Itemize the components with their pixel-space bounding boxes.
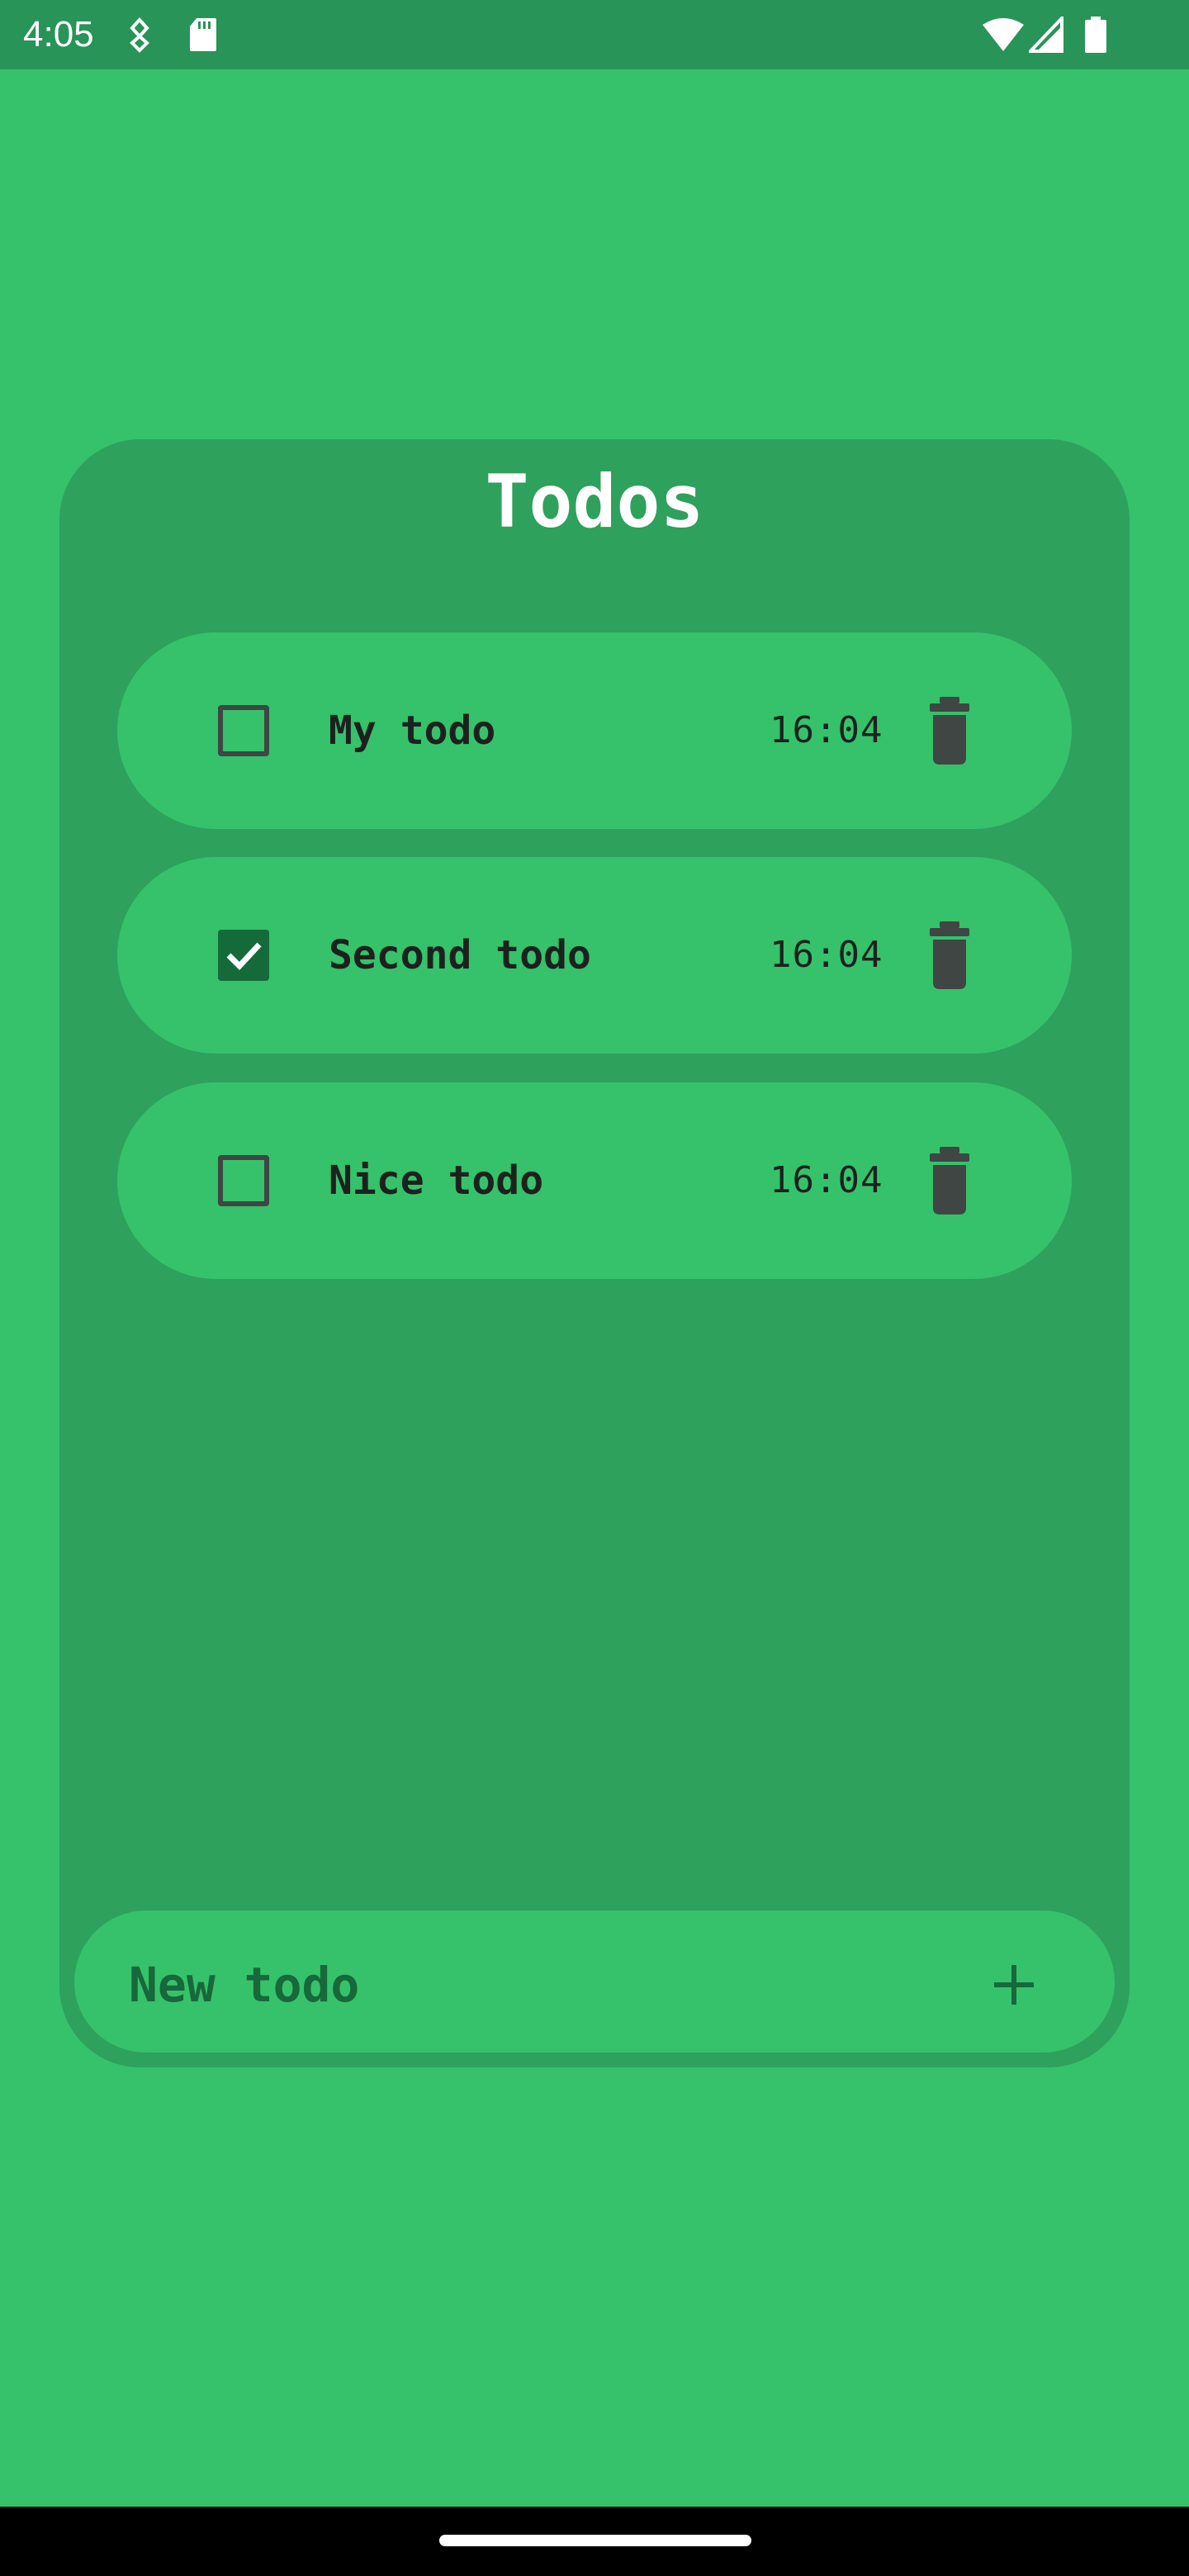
- plus-icon: [994, 1965, 1034, 2005]
- battery-icon: [1085, 17, 1106, 53]
- todo-time: 16:04: [770, 934, 883, 976]
- todo-checkbox[interactable]: [218, 930, 269, 981]
- navigation-bar: [0, 2507, 1189, 2576]
- todo-label: Nice todo: [329, 1158, 544, 1204]
- wifi-icon: [983, 18, 1024, 51]
- todo-time: 16:04: [770, 709, 883, 751]
- new-todo-input[interactable]: [129, 1944, 872, 2026]
- add-todo-button[interactable]: [978, 1949, 1050, 2021]
- status-bar: 4:05: [0, 0, 1189, 69]
- todo-checkbox[interactable]: [218, 1155, 269, 1206]
- todo-label: My todo: [329, 708, 496, 754]
- delete-button[interactable]: [918, 697, 981, 765]
- trash-icon: [930, 921, 969, 989]
- todo-item[interactable]: Second todo 16:04: [117, 857, 1072, 1054]
- page-title: Todos: [485, 459, 704, 544]
- signal-icon: [1029, 17, 1063, 53]
- todo-item[interactable]: My todo 16:04: [117, 632, 1072, 829]
- status-time: 4:05: [23, 14, 94, 54]
- todo-item[interactable]: Nice todo 16:04: [117, 1082, 1072, 1279]
- delete-button[interactable]: [918, 1147, 981, 1215]
- check-icon: [226, 942, 262, 971]
- trash-icon: [930, 1147, 969, 1215]
- todo-checkbox[interactable]: [218, 705, 269, 756]
- location-icon: [130, 17, 149, 53]
- new-todo-bar: [68, 1904, 1121, 2061]
- sd-card-icon: [190, 18, 216, 51]
- todo-time: 16:04: [770, 1159, 883, 1201]
- home-handle[interactable]: [439, 2535, 751, 2546]
- todo-label: Second todo: [329, 932, 591, 978]
- delete-button[interactable]: [918, 921, 981, 989]
- trash-icon: [930, 697, 969, 765]
